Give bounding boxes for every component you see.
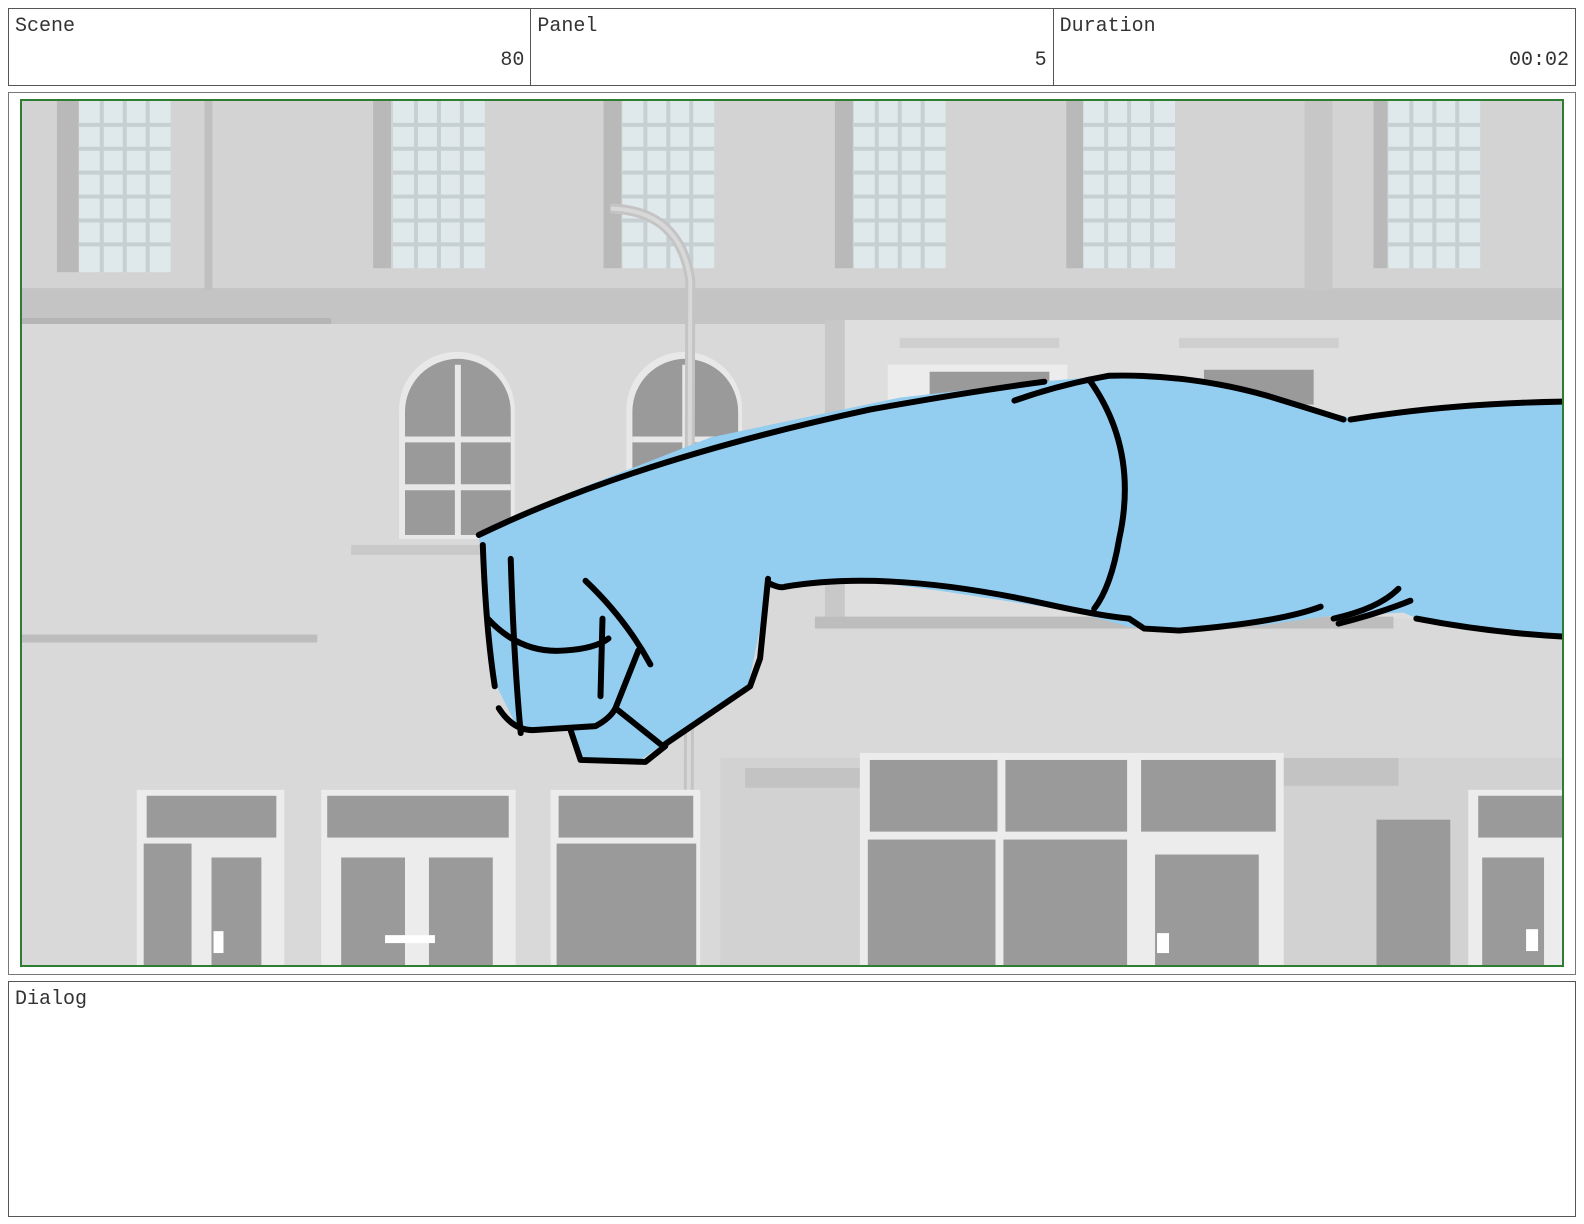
duration-cell: Duration 00:02 — [1054, 9, 1575, 85]
dialog-box[interactable]: Dialog — [8, 981, 1576, 1217]
panel-drawing — [22, 101, 1562, 965]
duration-label: Duration — [1059, 15, 1156, 38]
scene-label: Scene — [15, 15, 76, 38]
panel-cell: Panel 5 — [531, 9, 1054, 85]
scene-cell: Scene 80 — [9, 9, 532, 85]
duration-value[interactable]: 00:02 — [1509, 49, 1569, 72]
panel-label: Panel — [537, 15, 598, 38]
panel-number[interactable]: 5 — [1035, 49, 1047, 72]
scene-number[interactable]: 80 — [500, 49, 524, 72]
storyboard-panel-image[interactable] — [20, 99, 1564, 967]
dialog-label: Dialog — [15, 988, 88, 1011]
panel-info-header: Scene 80 Panel 5 Duration 00:02 — [8, 8, 1576, 86]
